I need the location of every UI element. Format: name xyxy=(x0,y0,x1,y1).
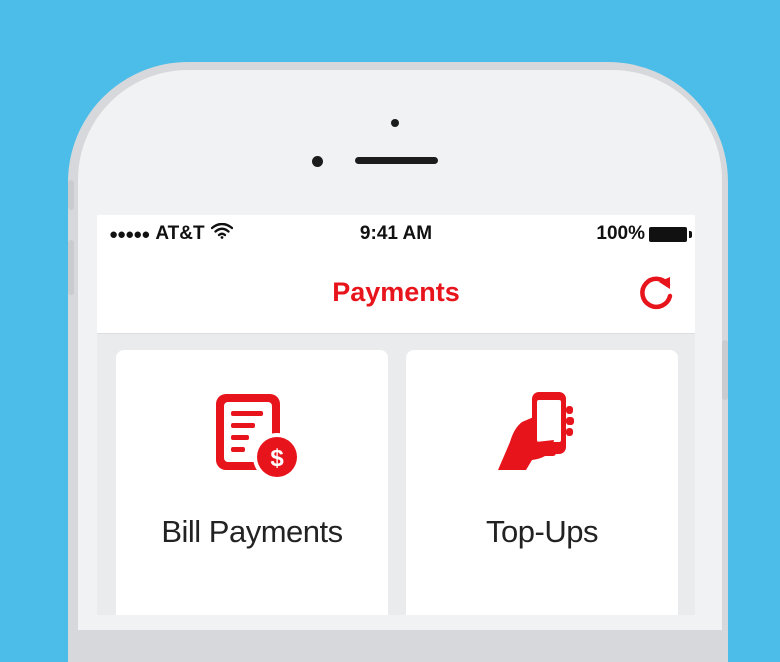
svg-text:$: $ xyxy=(270,445,284,472)
bill-payments-card[interactable]: $ Bill Payments xyxy=(116,350,388,615)
status-right: 100% xyxy=(596,223,692,245)
battery-icon xyxy=(649,226,692,242)
nav-bar: Payments xyxy=(97,255,695,334)
page-title: Payments xyxy=(332,277,460,307)
battery-percent: 100% xyxy=(596,223,645,244)
phone-power-button xyxy=(722,340,728,400)
phone-side-button xyxy=(68,180,74,210)
phone-camera-dot xyxy=(391,119,399,127)
phone-speaker xyxy=(355,157,438,164)
phone-front-camera xyxy=(312,156,323,167)
bill-dollar-icon: $ xyxy=(202,390,312,490)
bill-payments-label: Bill Payments xyxy=(161,514,343,549)
status-bar: ●●●●● AT&T 9:41 AM 100% xyxy=(97,215,695,255)
phone-in-hand-icon xyxy=(492,390,602,490)
top-ups-label: Top-Ups xyxy=(486,514,598,549)
top-ups-card[interactable]: Top-Ups xyxy=(406,350,678,615)
refresh-icon xyxy=(640,276,673,310)
app-screen: ●●●●● AT&T 9:41 AM 100% Payments $ Bill … xyxy=(97,215,695,615)
refresh-button[interactable] xyxy=(637,273,677,313)
phone-volume-button xyxy=(68,240,74,295)
